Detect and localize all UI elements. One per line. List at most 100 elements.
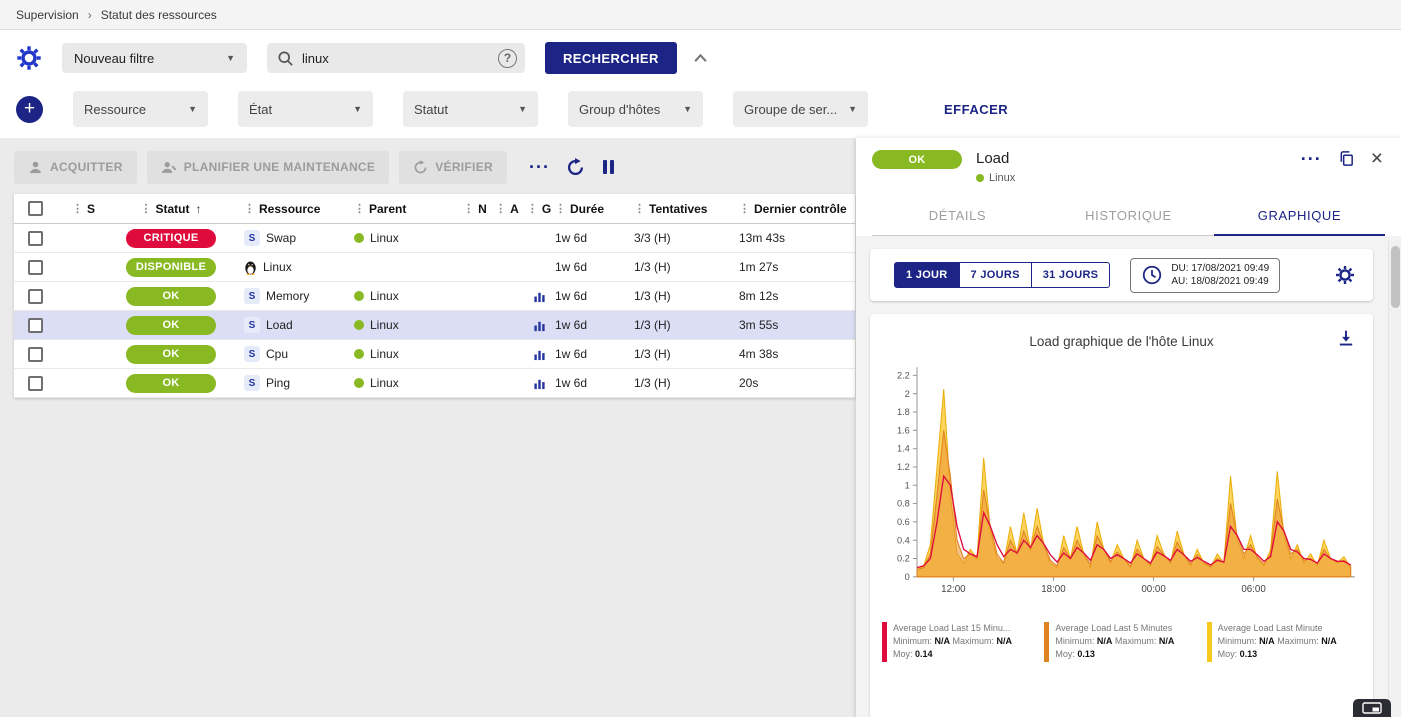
column-header-ressource[interactable]: ⋮ Ressource [244, 202, 354, 216]
drag-handle-icon[interactable]: ⋮ [244, 202, 255, 215]
filter-dropdown-group-d-hotes[interactable]: Group d'hôtes▼ [568, 91, 703, 127]
checkbox-icon[interactable] [28, 347, 43, 362]
tab-details[interactable]: DÉTAILS [872, 196, 1043, 236]
parent-cell[interactable]: Linux [354, 318, 459, 332]
legend-item[interactable]: Average Load Last MinuteMinimum: N/A Max… [1207, 622, 1361, 662]
row-checkbox[interactable] [14, 347, 62, 362]
resource-cell[interactable]: SSwap [244, 230, 354, 246]
tab-historique[interactable]: HISTORIQUE [1043, 196, 1214, 236]
saved-filter-select[interactable]: Nouveau filtre ▼ [62, 43, 247, 73]
drag-handle-icon[interactable]: ⋮ [739, 202, 750, 215]
close-icon[interactable]: × [1371, 151, 1383, 167]
legend-item[interactable]: Average Load Last 5 MinutesMinimum: N/A … [1044, 622, 1198, 662]
scrollbar-thumb[interactable] [1391, 246, 1400, 308]
graph-icon[interactable] [533, 348, 546, 361]
column-header-statut[interactable]: ⋮Statut↑ [98, 202, 244, 216]
collapse-chevron-icon[interactable] [693, 53, 708, 63]
row-checkbox[interactable] [14, 318, 62, 333]
time-range-7-jours[interactable]: 7 JOURS [959, 262, 1032, 288]
parent-cell[interactable]: Linux [354, 347, 459, 361]
resource-cell[interactable]: SPing [244, 375, 354, 391]
download-icon[interactable] [1337, 329, 1355, 347]
date-range-picker[interactable]: DU: 17/08/2021 09:49 AU: 18/08/2021 09:4… [1130, 258, 1280, 293]
select-all-checkbox[interactable] [14, 201, 62, 216]
table-row[interactable]: CRITIQUESSwapLinux1w 6d3/3 (H)13m 43s [14, 224, 855, 253]
filter-dropdown-etat[interactable]: État▼ [238, 91, 373, 127]
legend-average: Moy: 0.13 [1055, 648, 1174, 661]
row-checkbox[interactable] [14, 376, 62, 391]
table-row[interactable]: DISPONIBLELinux1w 6d1/3 (H)1m 27s [14, 253, 855, 282]
drag-handle-icon[interactable]: ⋮ [141, 202, 152, 215]
column-header-parent[interactable]: ⋮Parent [354, 202, 459, 216]
checkbox-icon[interactable] [28, 376, 43, 391]
column-header-dernier[interactable]: ⋮Dernier contrôle [739, 202, 855, 216]
drag-handle-icon[interactable]: ⋮ [555, 202, 566, 215]
time-range-1-jour[interactable]: 1 JOUR [894, 262, 960, 288]
graph-settings-gear-icon[interactable] [1335, 265, 1355, 285]
search-box[interactable]: ? [267, 43, 525, 73]
settings-gear-icon[interactable] [16, 45, 42, 71]
row-checkbox[interactable] [14, 260, 62, 275]
checkbox-icon[interactable] [28, 260, 43, 275]
drag-handle-icon[interactable]: ⋮ [354, 202, 365, 215]
breadcrumb-item-supervision[interactable]: Supervision [16, 8, 79, 22]
acknowledge-button[interactable]: ACQUITTER [14, 151, 137, 184]
filter-dropdown-groupe-de-ser[interactable]: Groupe de ser...▼ [733, 91, 868, 127]
graph-cell [523, 290, 555, 303]
table-row[interactable]: OKSMemoryLinux1w 6d1/3 (H)8m 12s [14, 282, 855, 311]
table-row[interactable]: OKSCpuLinux1w 6d1/3 (H)4m 38s [14, 340, 855, 369]
graph-icon[interactable] [533, 377, 546, 390]
column-header-s[interactable]: ⋮S [62, 202, 98, 216]
maintenance-button[interactable]: PLANIFIER UNE MAINTENANCE [147, 151, 390, 184]
graph-icon[interactable] [533, 319, 546, 332]
graph-icon[interactable] [533, 290, 546, 303]
more-actions-icon[interactable]: ··· [529, 162, 550, 172]
filter-dropdown-statut[interactable]: Statut▼ [403, 91, 538, 127]
parent-cell[interactable]: Linux [354, 376, 459, 390]
column-header-a[interactable]: ⋮A [491, 202, 523, 216]
search-input[interactable] [302, 51, 490, 66]
search-button[interactable]: RECHERCHER [545, 42, 677, 74]
legend-item[interactable]: Average Load Last 15 Minu...Minimum: N/A… [882, 622, 1036, 662]
resource-cell[interactable]: SMemory [244, 288, 354, 304]
drag-handle-icon[interactable]: ⋮ [527, 202, 538, 215]
host-status-dot [354, 291, 364, 301]
resource-cell[interactable]: SLoad [244, 317, 354, 333]
resource-table: ⋮S⋮Statut↑⋮Ressource⋮Parent⋮N⋮A⋮G⋮Durée⋮… [14, 194, 855, 398]
parent-cell[interactable]: Linux [354, 231, 459, 245]
checkbox-icon[interactable] [28, 231, 43, 246]
copy-link-icon[interactable] [1338, 150, 1355, 167]
column-header-g[interactable]: ⋮G [523, 202, 555, 216]
drag-handle-icon[interactable]: ⋮ [72, 202, 83, 215]
row-checkbox[interactable] [14, 231, 62, 246]
clear-filters-button[interactable]: EFFACER [944, 102, 1008, 117]
column-label: Ressource [259, 202, 320, 216]
table-row[interactable]: OKSPingLinux1w 6d1/3 (H)20s [14, 369, 855, 398]
row-checkbox[interactable] [14, 289, 62, 304]
panel-more-icon[interactable]: ··· [1301, 154, 1322, 164]
table-row[interactable]: OKSLoadLinux1w 6d1/3 (H)3m 55s [14, 311, 855, 340]
check-button[interactable]: VÉRIFIER [399, 151, 507, 184]
checkbox-icon[interactable] [28, 201, 43, 216]
breadcrumb-item-current[interactable]: Statut des ressources [101, 8, 217, 22]
drag-handle-icon[interactable]: ⋮ [634, 202, 645, 215]
panel-scrollbar[interactable] [1388, 241, 1401, 717]
resource-cell[interactable]: Linux [244, 260, 354, 275]
tab-graphique[interactable]: GRAPHIQUE [1214, 196, 1385, 236]
column-header-tentatives[interactable]: ⋮Tentatives [634, 202, 739, 216]
add-filter-button[interactable]: + [16, 96, 43, 123]
pause-icon[interactable] [603, 160, 614, 174]
filter-dropdown-ressource[interactable]: Ressource▼ [73, 91, 208, 127]
corner-widget-icon[interactable] [1353, 699, 1391, 717]
drag-handle-icon[interactable]: ⋮ [463, 202, 474, 215]
parent-cell[interactable]: Linux [354, 289, 459, 303]
checkbox-icon[interactable] [28, 289, 43, 304]
resource-cell[interactable]: SCpu [244, 346, 354, 362]
help-icon[interactable]: ? [498, 49, 517, 68]
refresh-icon[interactable] [566, 158, 585, 177]
time-range-31-jours[interactable]: 31 JOURS [1031, 262, 1111, 288]
checkbox-icon[interactable] [28, 318, 43, 333]
column-header-duree[interactable]: ⋮Durée [555, 202, 634, 216]
drag-handle-icon[interactable]: ⋮ [495, 202, 506, 215]
column-header-n[interactable]: ⋮N [459, 202, 491, 216]
